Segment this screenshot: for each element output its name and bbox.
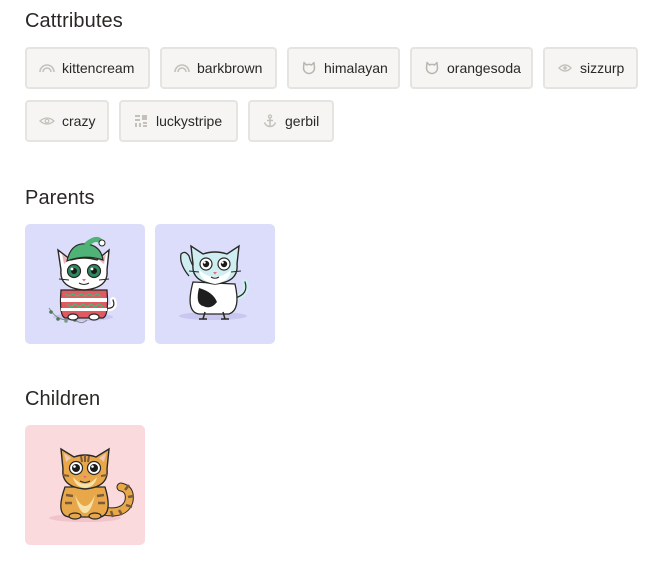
parent-kitty-card[interactable] [25,224,145,344]
kitty-image [48,236,117,324]
cattribute-label: kittencream [62,60,135,76]
rainbow-icon [39,61,55,75]
cattribute-label: luckystripe [156,113,223,129]
eye-icon [39,114,55,128]
cattribute-chip-himalayan[interactable]: himalayan [287,47,400,89]
cattribute-label: sizzurp [580,60,625,76]
parents-heading: Parents [25,187,95,209]
cattribute-label: orangesoda [447,60,521,76]
rainbow-icon [174,61,190,75]
cattribute-chip-kittencream[interactable]: kittencream [25,47,150,89]
cattribute-chip-orangesoda[interactable]: orangesoda [410,47,533,89]
cattribute-chip-crazy[interactable]: crazy [25,100,109,142]
cattribute-chip-gerbil[interactable]: gerbil [248,100,334,142]
cattribute-label: crazy [62,113,96,129]
cat-face-icon [301,61,317,75]
parent-kitty-card[interactable] [155,224,275,344]
children-heading: Children [25,388,101,410]
cattribute-chip-barkbrown[interactable]: barkbrown [160,47,277,89]
cat-face-icon [424,61,440,75]
cattribute-label: barkbrown [197,60,263,76]
anchor-icon [262,114,278,128]
kitty-image [49,447,135,522]
pattern-icon [133,114,149,128]
eye-icon [557,61,573,75]
cattribute-chip-luckystripe[interactable]: luckystripe [119,100,238,142]
child-kitty-card[interactable] [25,425,145,545]
cattribute-label: gerbil [285,113,320,129]
cattributes-heading: Cattributes [25,10,123,32]
cattribute-label: himalayan [324,60,388,76]
cattribute-chip-sizzurp[interactable]: sizzurp [543,47,638,89]
kitty-image [179,244,249,320]
